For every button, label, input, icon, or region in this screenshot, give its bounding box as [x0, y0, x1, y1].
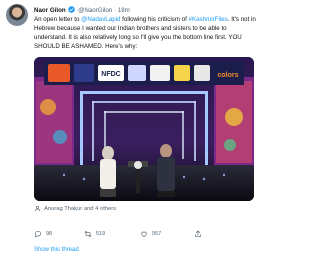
person-icon [34, 205, 41, 212]
nfdc-logo-text: NFDC [101, 71, 120, 78]
author-avatar[interactable] [6, 4, 28, 26]
tagged-people[interactable]: Anurag Thakur and 4 others [34, 205, 116, 212]
like-count: 957 [152, 231, 162, 237]
tweet-card[interactable]: Naor Gilon @NaorGilon · 18m An open lett… [0, 0, 260, 259]
colors-brand-text: colors [217, 72, 238, 79]
reply-icon [35, 231, 41, 238]
tweet-time[interactable]: 18m [118, 7, 130, 14]
retweet-icon [84, 231, 92, 237]
retweet-count: 519 [96, 231, 106, 237]
retweet-button[interactable]: 519 [84, 230, 120, 238]
like-button[interactable]: 957 [140, 230, 176, 238]
reply-count: 98 [46, 231, 53, 237]
header-separator: · [113, 7, 117, 14]
share-icon [195, 230, 201, 237]
text-intro: An open letter to [34, 16, 82, 23]
author-name[interactable]: Naor Gilon [34, 7, 66, 14]
tweet-text: An open letter to @NadavLapid following … [34, 15, 256, 51]
reply-button[interactable]: 98 [34, 230, 70, 238]
share-button[interactable] [194, 230, 202, 238]
heart-icon [141, 231, 147, 237]
tweet-actions: 98 519 957 [34, 228, 234, 240]
tagged-text: Anurag Thakur and 4 others [44, 205, 117, 212]
tweet-photo[interactable]: NFDC colors [34, 57, 254, 201]
mention-link[interactable]: @NadavLapid [81, 16, 120, 23]
text-middle: following his criticism of [120, 16, 189, 23]
author-handle[interactable]: @NaorGilon [78, 7, 112, 14]
verified-icon [68, 6, 76, 13]
stage-photo-image: NFDC colors [34, 57, 254, 201]
show-thread-link[interactable]: Show this thread [34, 247, 79, 253]
hashtag-link[interactable]: #KashmirFiles [189, 16, 228, 23]
